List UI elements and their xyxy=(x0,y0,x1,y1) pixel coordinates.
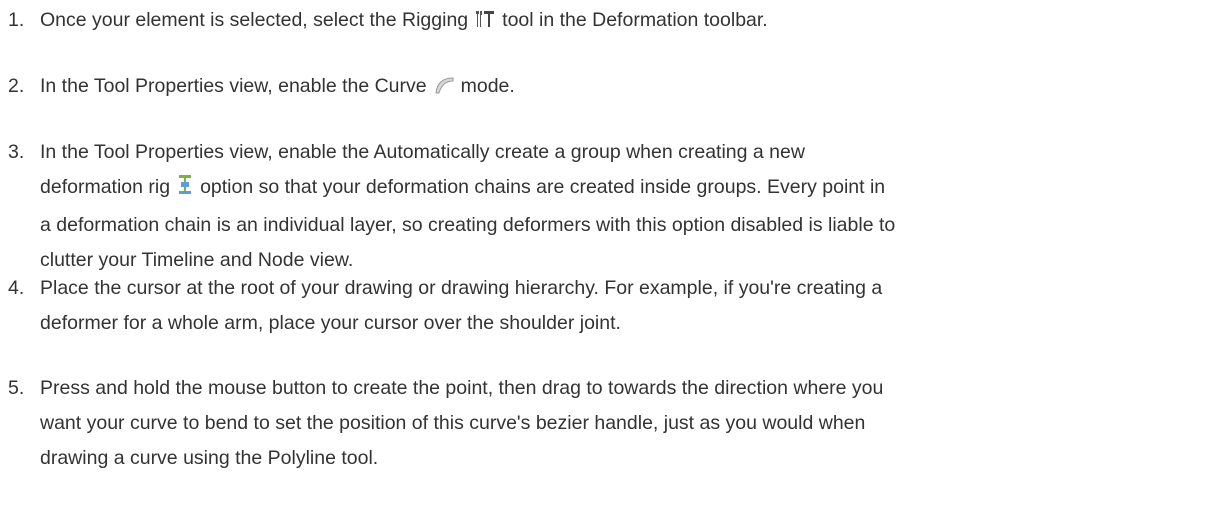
create-group-icon xyxy=(176,173,194,208)
step-number: 5. xyxy=(8,377,25,399)
step-2: 2. In the Tool Properties view, enable t… xyxy=(8,69,1218,107)
step-line: deformation rig option so that your defo… xyxy=(40,170,1218,208)
step-number: 3. xyxy=(8,141,25,163)
step-5: 5. Press and hold the mouse button to cr… xyxy=(8,371,1218,476)
step-line: want your curve to bend to set the posit… xyxy=(40,412,866,434)
step-text: Place the cursor at the root of your dra… xyxy=(40,271,1218,341)
step-4: 4. Place the cursor at the root of your … xyxy=(8,271,1218,341)
step-text-before: In the Tool Properties view, enable the … xyxy=(40,75,427,97)
step-text: In the Tool Properties view, enable the … xyxy=(40,135,1218,278)
curve-mode-icon xyxy=(433,72,455,107)
step-number: 1. xyxy=(8,9,25,31)
step-line: Place the cursor at the root of your dra… xyxy=(40,277,883,299)
step-text-after: option so that your deformation chains a… xyxy=(200,176,886,198)
step-text: Once your element is selected, select th… xyxy=(40,3,1218,41)
step-text-before: deformation rig xyxy=(40,176,171,198)
step-text: Press and hold the mouse button to creat… xyxy=(40,371,1218,476)
step-number: 4. xyxy=(8,277,25,299)
step-text: In the Tool Properties view, enable the … xyxy=(40,69,1218,107)
step-line: drawing a curve using the Polyline tool. xyxy=(40,447,379,469)
step-line: a deformation chain is an individual lay… xyxy=(40,214,896,236)
step-3: 3. In the Tool Properties view, enable t… xyxy=(8,135,1218,278)
step-number: 2. xyxy=(8,75,25,97)
step-1: 1. Once your element is selected, select… xyxy=(8,3,1218,41)
step-text-before: Once your element is selected, select th… xyxy=(40,9,469,31)
step-text-after: tool in the Deformation toolbar. xyxy=(502,9,768,31)
step-text-after: mode. xyxy=(460,75,515,97)
rigging-tool-icon xyxy=(474,6,496,41)
step-line: Press and hold the mouse button to creat… xyxy=(40,377,884,399)
step-line: In the Tool Properties view, enable the … xyxy=(40,141,805,163)
step-line: deformer for a whole arm, place your cur… xyxy=(40,312,621,334)
